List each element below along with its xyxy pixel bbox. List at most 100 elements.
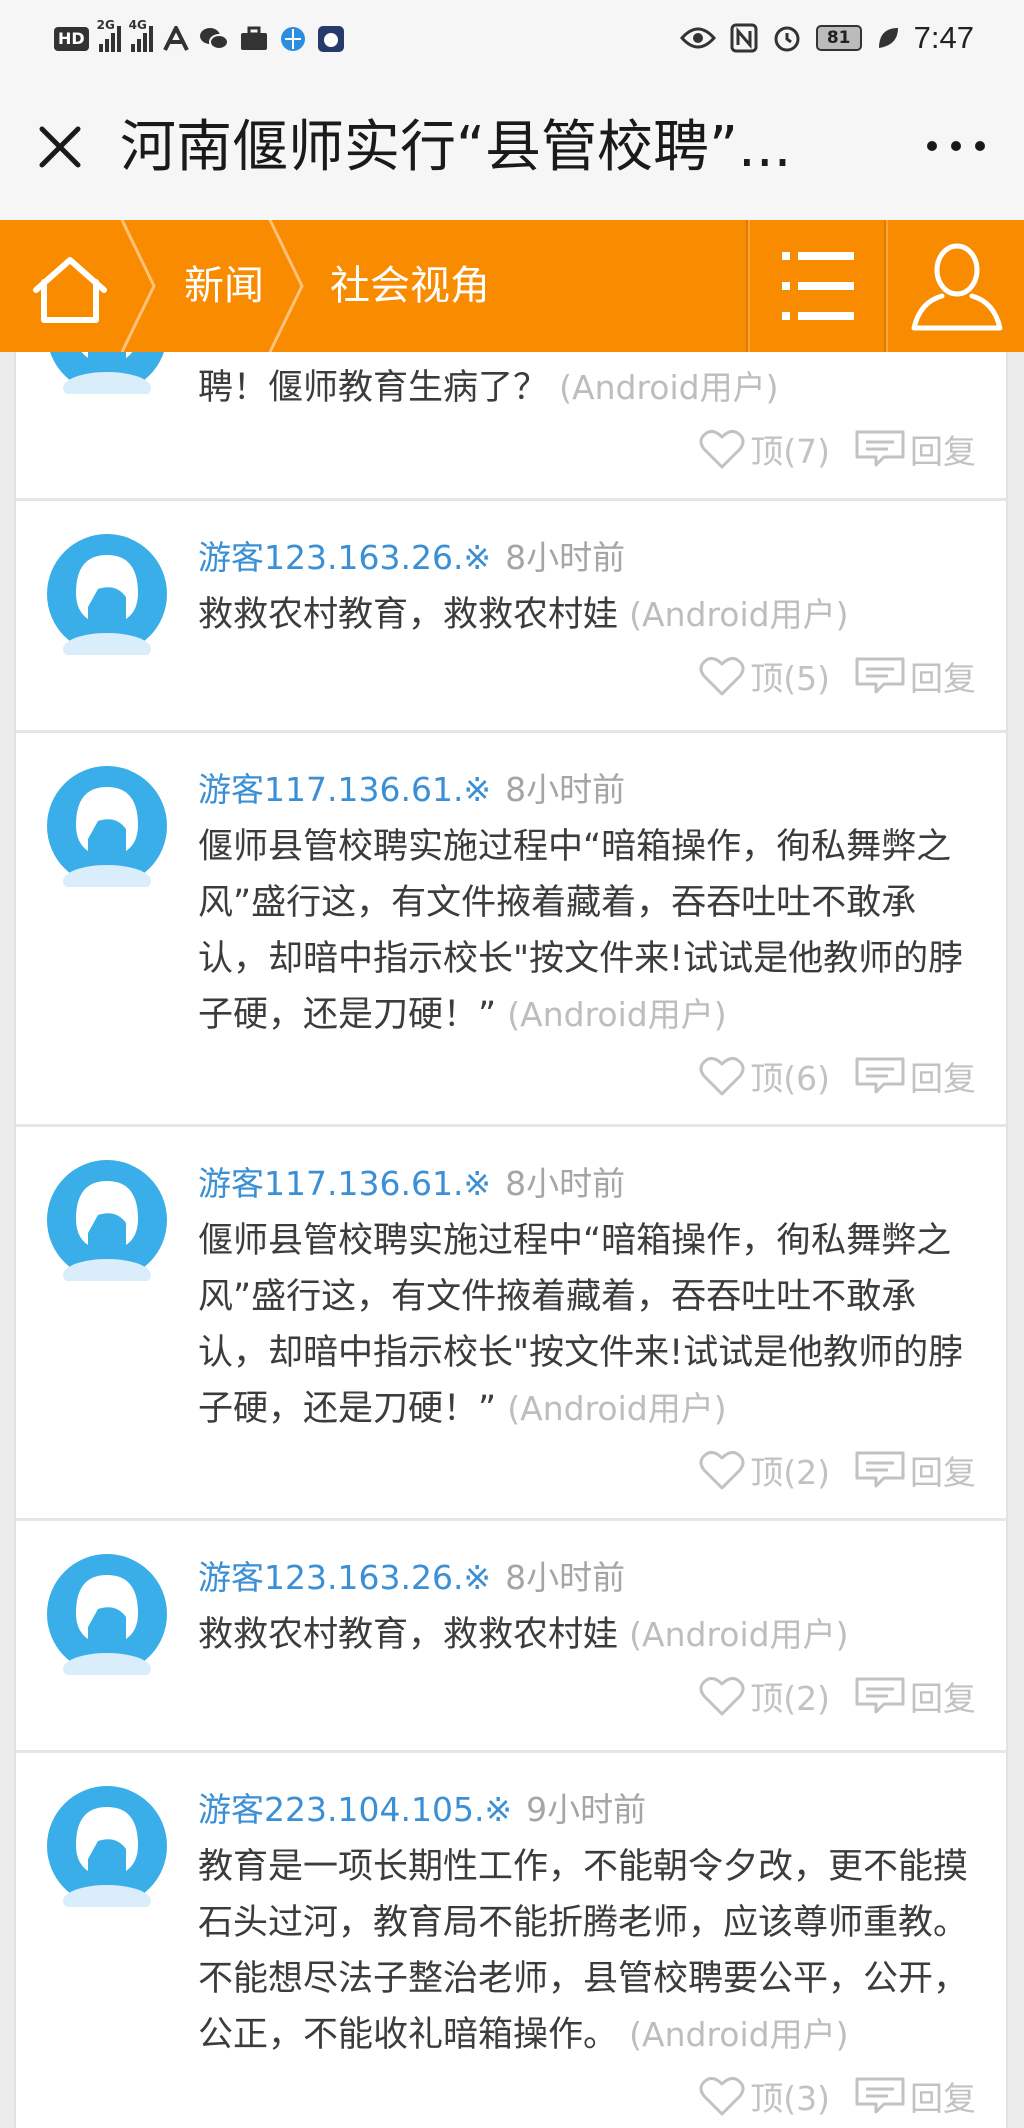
comment-text: 聘！偃师教育生病了？ [198, 368, 549, 408]
comment-actions: 顶(6) 回复 [198, 1047, 976, 1105]
home-icon [33, 257, 107, 323]
menu-icon [782, 252, 854, 320]
like-button[interactable]: 顶(5) [698, 652, 830, 700]
breadcrumb-separator [120, 220, 156, 352]
nav-divider [748, 220, 750, 352]
user-button[interactable] [890, 220, 1024, 352]
avatar-icon [50, 352, 164, 394]
reply-button[interactable]: 回复 [854, 1672, 976, 1720]
user-icon [911, 243, 1003, 331]
comment-body: 偃师县管校聘实施过程中“暗箱操作，徇私舞弊之风”盛行这，有文件掖着藏着，吞吞吐吐… [198, 819, 976, 1043]
comment-item: 游客123.163.26.※ 8小时前 救救农村教育，救救农村娃 (Android… [16, 1521, 1006, 1753]
more-icon[interactable] [924, 136, 988, 156]
comment-body: 偃师县管校聘实施过程中“暗箱操作，徇私舞弊之风”盛行这，有文件掖着藏着，吞吞吐吐… [198, 1213, 976, 1437]
device-label: (Android用户) [629, 1615, 849, 1654]
comment-text: 教育是一项长期性工作，不能朝令夕改，更不能摸石头过河，教育局不能折腾老师，应该尊… [198, 1847, 969, 2055]
home-button[interactable] [0, 220, 130, 352]
like-button[interactable]: 顶(3) [698, 2072, 830, 2120]
reply-button[interactable]: 回复 [854, 425, 976, 473]
reply-icon [855, 1057, 905, 1094]
comment-time: 8小时前 [505, 770, 626, 809]
avatar-icon [47, 1786, 167, 1907]
alarm-icon [774, 26, 800, 52]
reply-icon [855, 430, 905, 467]
eye-icon [679, 27, 716, 49]
like-count: 顶(2) [750, 1679, 830, 1718]
sim2-label: 4G [128, 18, 147, 32]
comment-body: 救救农村教育，救救农村娃 (Android用户) [198, 1607, 976, 1663]
device-label: (Android用户) [559, 368, 779, 407]
avatar-icon [47, 1554, 167, 1675]
comment-time: 9小时前 [526, 1790, 647, 1829]
comment-body: 救救农村教育，救救农村娃 (Android用户) [198, 587, 976, 643]
signal-icon: 2G [97, 18, 121, 52]
comment-meta: 游客223.104.105.※ 9小时前 [198, 1753, 976, 1833]
heart-icon [699, 1677, 745, 1716]
status-right-icons: 81 7:47 [679, 14, 974, 62]
like-button[interactable]: 顶(2) [698, 1446, 830, 1494]
hd-icon: HD [54, 27, 89, 51]
reply-label: 回复 [910, 1059, 976, 1098]
comment-item: 聘！偃师教育生病了？ (Android用户) 顶(7) 回复 [16, 352, 1006, 501]
device-label: (Android用户) [507, 1389, 727, 1428]
reply-icon [855, 1677, 905, 1714]
comment-body: 教育是一项长期性工作，不能朝令夕改，更不能摸石头过河，教育局不能折腾老师，应该尊… [198, 1839, 976, 2063]
menu-button[interactable] [752, 220, 886, 352]
status-bar: HD 2G 4G 81 7:47 [0, 0, 1024, 76]
like-button[interactable]: 顶(2) [698, 1672, 830, 1720]
reply-label: 回复 [910, 659, 976, 698]
comment-actions: 顶(2) 回复 [198, 1667, 976, 1725]
nfc-icon [730, 23, 758, 53]
reply-button[interactable]: 回复 [854, 652, 976, 700]
heart-icon [699, 430, 745, 469]
comment-time: 8小时前 [505, 1164, 626, 1203]
comment-author[interactable]: 游客117.136.61.※ [198, 770, 491, 809]
breadcrumb-separator [268, 220, 304, 352]
comment-author[interactable]: 游客123.163.26.※ [198, 538, 491, 577]
heart-icon [699, 1057, 745, 1096]
comment-author[interactable]: 游客123.163.26.※ [198, 1558, 491, 1597]
comment-time: 8小时前 [505, 538, 626, 577]
comment-item: 游客123.163.26.※ 8小时前 救救农村教育，救救农村娃 (Android… [16, 501, 1006, 733]
reply-button[interactable]: 回复 [854, 2072, 976, 2120]
comment-meta: 游客123.163.26.※ 8小时前 [198, 501, 976, 581]
like-count: 顶(3) [750, 2079, 830, 2118]
nav-divider [886, 220, 888, 352]
comment-item: 游客223.104.105.※ 9小时前 教育是一项长期性工作，不能朝令夕改，更不… [16, 1753, 1006, 2128]
close-icon[interactable] [36, 123, 84, 171]
comment-body: 聘！偃师教育生病了？ (Android用户) [198, 354, 976, 416]
comment-author[interactable]: 游客223.104.105.※ [198, 1790, 512, 1829]
heart-icon [699, 657, 745, 696]
comment-actions: 顶(7) 回复 [198, 420, 976, 478]
reply-label: 回复 [910, 1453, 976, 1492]
like-count: 顶(2) [750, 1453, 830, 1492]
reply-icon [855, 1451, 905, 1488]
device-label: (Android用户) [629, 2015, 849, 2054]
comment-text: 救救农村教育，救救农村娃 [198, 1615, 619, 1655]
comment-time: 8小时前 [505, 1558, 626, 1597]
briefcase-icon [240, 26, 267, 50]
a-icon [162, 26, 189, 51]
comment-meta: 游客123.163.26.※ 8小时前 [198, 1521, 976, 1601]
breadcrumb-news[interactable]: 新闻 [184, 220, 264, 352]
like-button[interactable]: 顶(6) [698, 1052, 830, 1100]
comment-author[interactable]: 游客117.136.61.※ [198, 1164, 491, 1203]
battery-icon: 81 [815, 25, 862, 51]
comment-list: 聘！偃师教育生病了？ (Android用户) 顶(7) 回复 游客123.163… [14, 352, 1008, 2128]
reply-button[interactable]: 回复 [854, 1052, 976, 1100]
reply-label: 回复 [910, 432, 976, 471]
breadcrumb-social-view[interactable]: 社会视角 [330, 220, 490, 352]
reply-label: 回复 [910, 1679, 976, 1718]
app-icon [317, 26, 344, 52]
like-count: 顶(6) [750, 1059, 830, 1098]
browser-icon [280, 27, 305, 51]
reply-button[interactable]: 回复 [854, 1446, 976, 1494]
avatar-icon [47, 1160, 167, 1281]
comment-actions: 顶(3) 回复 [198, 2067, 976, 2125]
page-title: 河南偃师实行“县管校聘”... [120, 115, 792, 180]
like-button[interactable]: 顶(7) [698, 425, 830, 473]
comment-actions: 顶(5) 回复 [198, 647, 976, 705]
reply-icon [855, 2077, 905, 2114]
leaf-icon [878, 28, 898, 48]
avatar-icon [47, 766, 167, 887]
